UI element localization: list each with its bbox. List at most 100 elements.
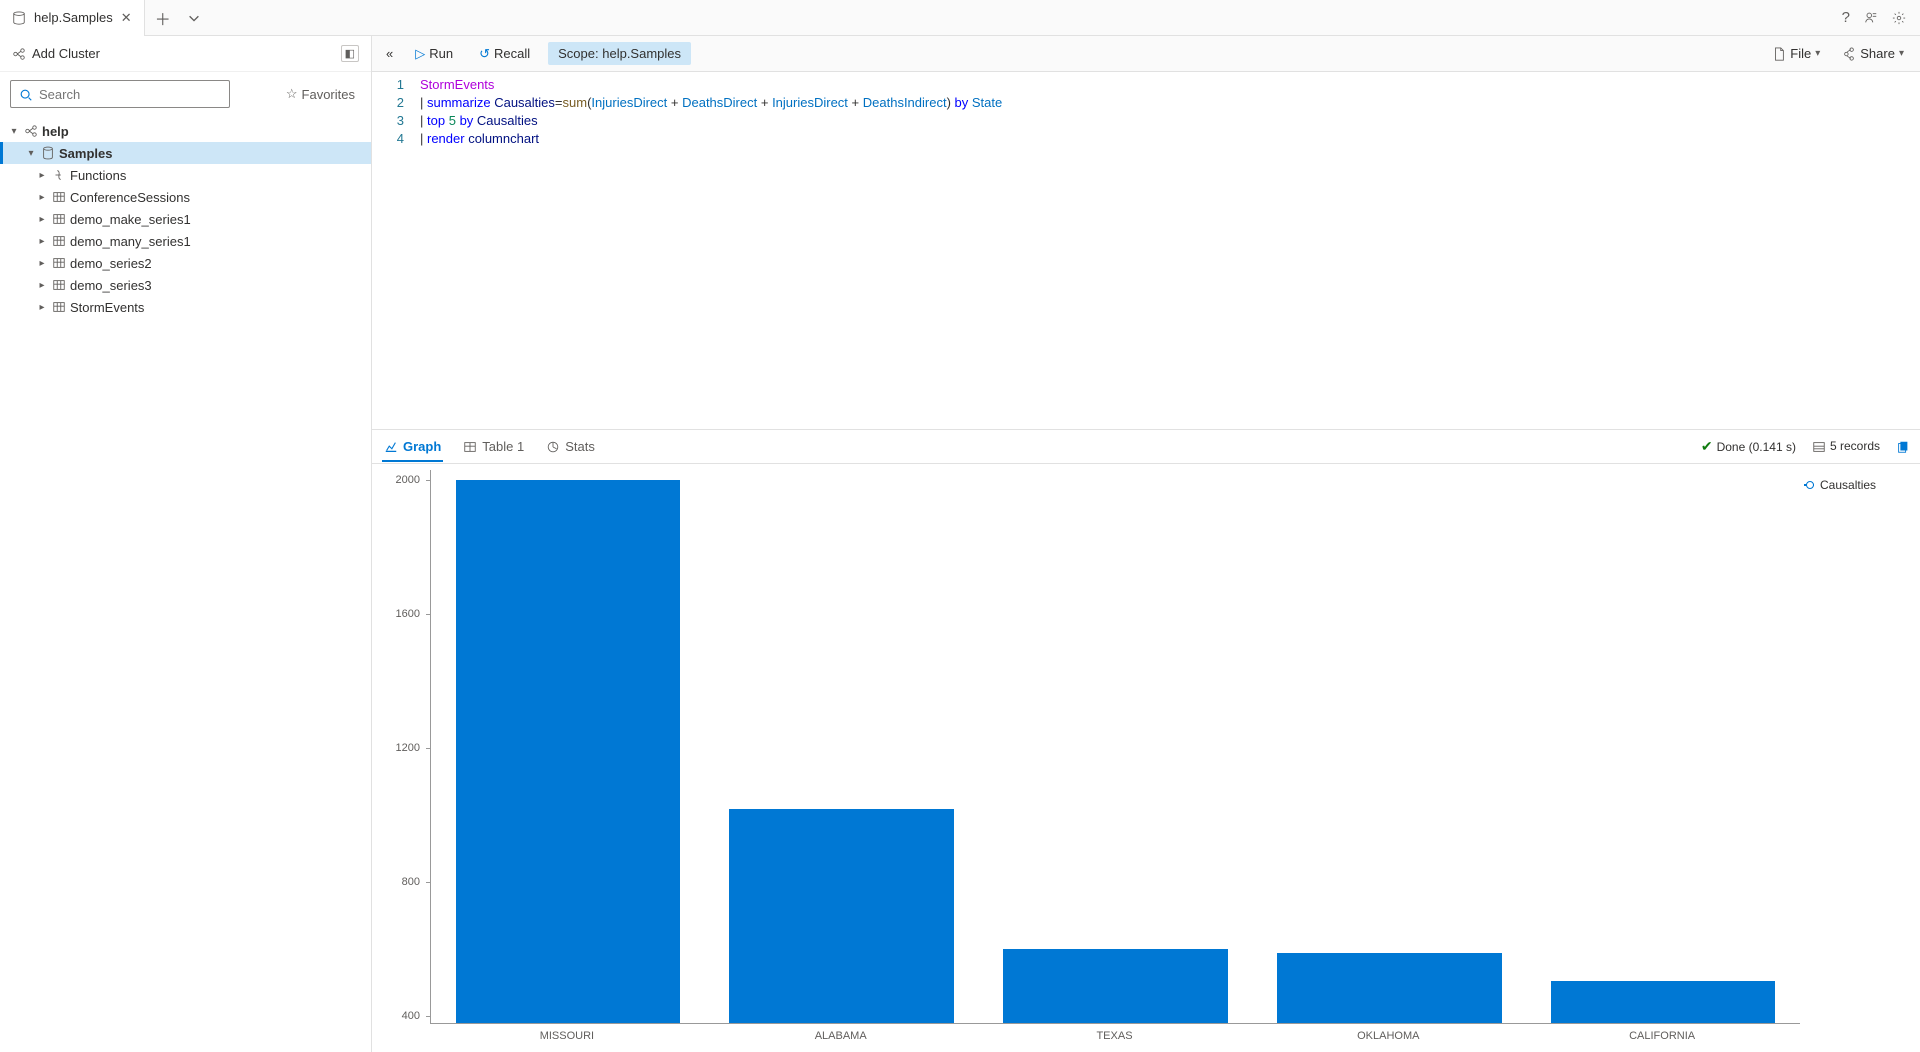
status-done: Done (0.141 s) (1717, 440, 1796, 454)
results-tabs: Graph Table 1 Stats ✔ (372, 430, 1920, 464)
check-icon: ✔ (1701, 438, 1713, 455)
settings-icon[interactable] (1892, 9, 1906, 26)
tab-help-samples[interactable]: help.Samples ✕ (0, 0, 145, 36)
tab-graph-label: Graph (403, 439, 441, 454)
chevron-right-icon: ▸ (34, 192, 50, 203)
tree-item-label: demo_many_series1 (68, 234, 191, 249)
chevron-right-icon: ▸ (34, 170, 50, 181)
y-tick-label: 800 (402, 876, 420, 888)
tab-table[interactable]: Table 1 (461, 433, 526, 461)
results-pane: Graph Table 1 Stats ✔ (372, 430, 1920, 1052)
table-icon (463, 439, 477, 455)
function-icon (50, 168, 68, 183)
search-input-wrap[interactable] (10, 80, 230, 108)
tree-item[interactable]: ▸ StormEvents (0, 296, 371, 318)
sidebar: Add Cluster ◧ ☆ Favorites ▾ help (0, 36, 372, 1052)
help-icon[interactable]: ? (1842, 9, 1850, 26)
share-icon (1842, 46, 1856, 62)
tree-item[interactable]: ▸demo_make_series1 (0, 208, 371, 230)
database-icon (12, 10, 26, 26)
chevron-down-icon: ▾ (23, 148, 39, 159)
tab-stats[interactable]: Stats (544, 433, 597, 461)
editor-code[interactable]: StormEvents| summarize Causalties=sum(In… (412, 72, 1920, 429)
x-tick-label: TEXAS (1096, 1030, 1132, 1042)
hide-panel-icon[interactable]: ◧ (341, 45, 359, 62)
collapse-left-icon[interactable]: « (382, 42, 397, 65)
play-icon: ▷ (415, 46, 425, 62)
new-tab-button[interactable]: ＋ (145, 6, 181, 30)
tree-item[interactable]: ▸ Functions (0, 164, 371, 186)
column-chart[interactable]: 400800120016002000 MISSOURIALABAMATEXASO… (382, 470, 1800, 1052)
scope-label: Scope: (558, 46, 598, 61)
tree-cluster-label: help (40, 124, 69, 139)
x-tick-label: MISSOURI (540, 1030, 594, 1042)
cluster-icon (22, 124, 40, 139)
chart-icon (384, 438, 398, 454)
tree-db-label: Samples (57, 146, 112, 161)
x-tick-label: OKLAHOMA (1357, 1030, 1419, 1042)
status-records: 5 records (1830, 439, 1880, 453)
x-tick-label: CALIFORNIA (1629, 1030, 1695, 1042)
legend-item[interactable]: Causalties (1804, 478, 1906, 492)
add-cluster-label: Add Cluster (32, 46, 100, 61)
chart-bar[interactable] (456, 480, 681, 1023)
scope-chip[interactable]: Scope: help.Samples (548, 42, 691, 65)
legend-marker-icon (1804, 484, 1814, 486)
table-icon (50, 190, 68, 205)
tree-item-label: Functions (68, 168, 126, 183)
search-input[interactable] (39, 87, 221, 102)
chart-bar[interactable] (1277, 953, 1502, 1023)
chevron-right-icon: ▸ (34, 280, 50, 291)
chart-bar[interactable] (1003, 949, 1228, 1023)
content-area: « ▷ Run ↺ Recall Scope: help.Samples Fil… (372, 36, 1920, 1052)
add-cluster-button[interactable]: Add Cluster (12, 46, 100, 61)
top-right-icons: ? (1842, 9, 1920, 26)
chart-bar[interactable] (1551, 981, 1776, 1023)
table-icon (50, 256, 68, 271)
tree-cluster-help[interactable]: ▾ help (0, 120, 371, 142)
tab-graph[interactable]: Graph (382, 432, 443, 462)
query-editor[interactable]: 1 2 3 4 StormEvents| summarize Causaltie… (372, 72, 1920, 430)
chart-plot-area (430, 470, 1800, 1024)
tree-item-label: ConferenceSessions (68, 190, 190, 205)
tab-bar: help.Samples ✕ ＋ ? (0, 0, 1920, 36)
close-icon[interactable]: ✕ (121, 10, 132, 26)
file-label: File (1790, 46, 1811, 61)
tab-stats-label: Stats (565, 439, 595, 454)
chevron-down-icon: ▾ (1899, 48, 1904, 59)
tree-item-label: demo_series2 (68, 256, 152, 271)
chart-bar[interactable] (729, 809, 954, 1023)
results-status: ✔ Done (0.141 s) 5 records (1701, 438, 1910, 455)
y-tick-label: 400 (402, 1010, 420, 1022)
tree-item[interactable]: ▸ demo_many_series1 (0, 230, 371, 252)
chart-legend: Causalties (1800, 470, 1910, 1052)
favorites-button[interactable]: ☆ Favorites (286, 86, 361, 102)
table-icon (50, 234, 68, 249)
tree-db-samples[interactable]: ▾ Samples (0, 142, 371, 164)
tree-item[interactable]: ▸ ConferenceSessions (0, 186, 371, 208)
chevron-right-icon: ▸ (34, 302, 50, 313)
stats-icon (546, 439, 560, 455)
recall-button[interactable]: ↺ Recall (471, 42, 538, 66)
chevron-right-icon: ▸ (34, 236, 50, 247)
tree-item-label: StormEvents (68, 300, 144, 315)
tab-table-label: Table 1 (482, 439, 524, 454)
file-menu[interactable]: File ▾ (1766, 42, 1826, 66)
tree-item[interactable]: ▸demo_series3 (0, 274, 371, 296)
editor-gutter: 1 2 3 4 (372, 72, 412, 429)
run-button[interactable]: ▷ Run (407, 42, 461, 66)
database-icon (39, 146, 57, 161)
share-label: Share (1860, 46, 1895, 61)
recall-label: Recall (494, 46, 530, 61)
star-icon: ☆ (286, 86, 298, 102)
feedback-icon[interactable] (1864, 9, 1878, 26)
tree-item[interactable]: ▸demo_series2 (0, 252, 371, 274)
copy-icon[interactable] (1896, 439, 1910, 454)
y-tick-label: 1200 (396, 742, 420, 754)
share-menu[interactable]: Share ▾ (1836, 42, 1910, 66)
chevron-down-icon: ▾ (6, 126, 22, 137)
cluster-icon (12, 47, 26, 61)
chart-y-axis: 400800120016002000 (382, 470, 426, 1024)
x-tick-label: ALABAMA (815, 1030, 867, 1042)
tab-dropdown-icon[interactable] (181, 10, 207, 26)
